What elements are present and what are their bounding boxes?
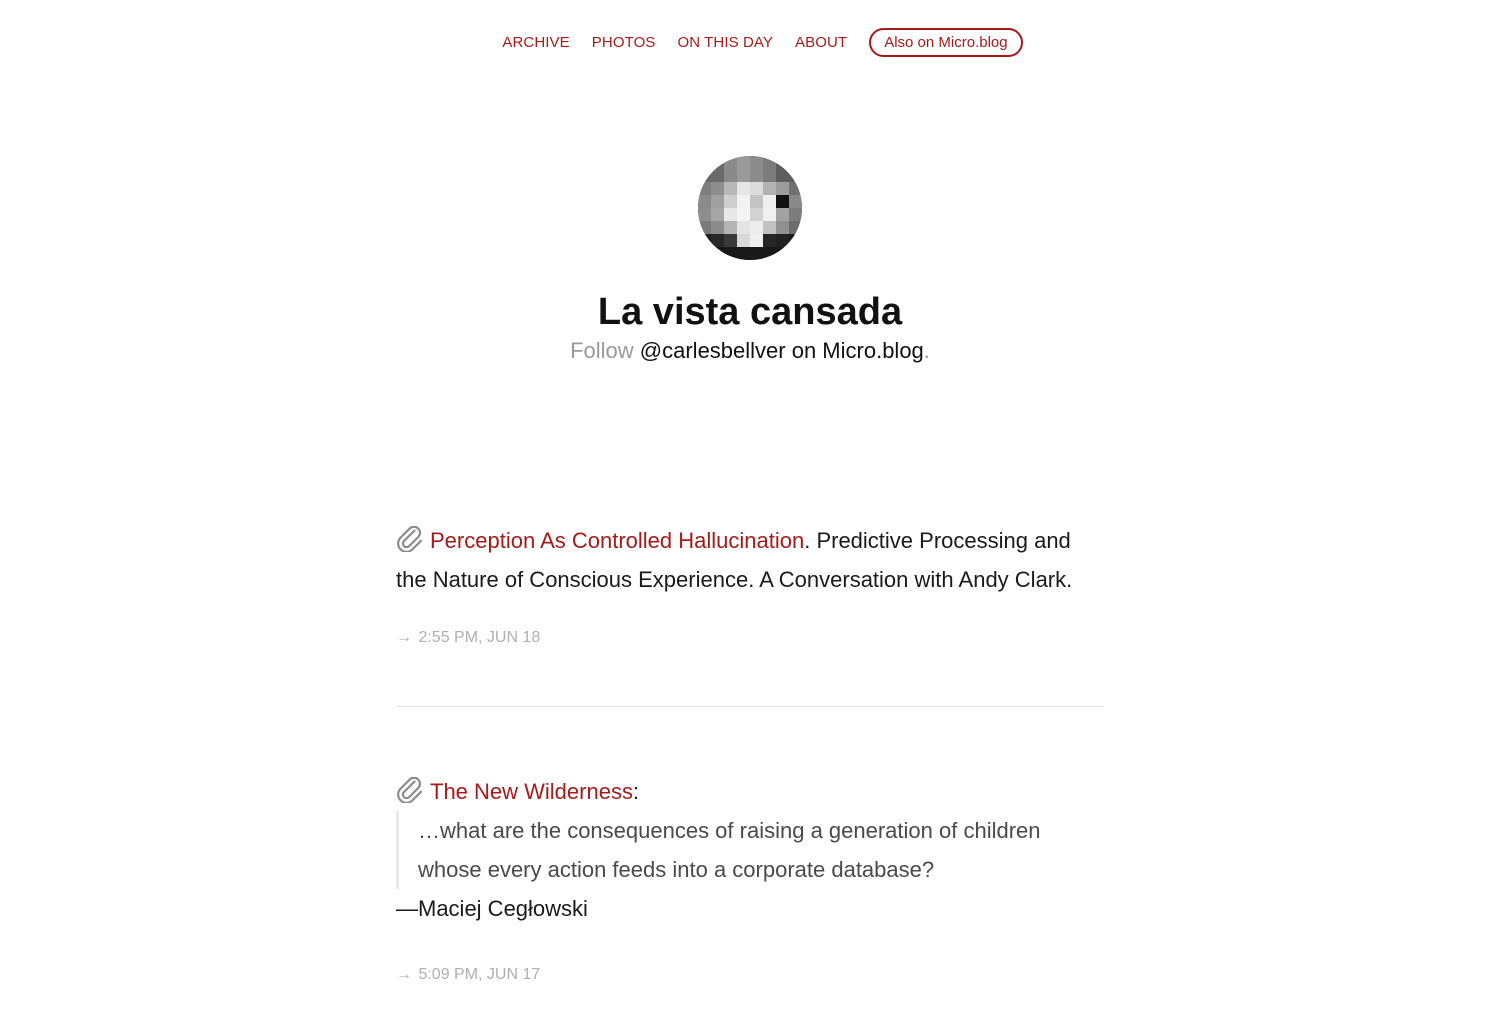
microblog-handle-link[interactable]: @carlesbellver on Micro.blog: [640, 338, 924, 363]
post-item: The New Wilderness: …what are the conseq…: [396, 772, 1104, 986]
post-quote: …what are the consequences of raising a …: [396, 811, 1104, 889]
post-body: The New Wilderness:: [396, 772, 1104, 811]
pixelated-avatar-image: [698, 156, 802, 260]
paperclip-icon: [396, 525, 424, 553]
post-colon: :: [632, 779, 640, 804]
nav-links: ARCHIVE PHOTOS ON THIS DAY ABOUT Also on…: [491, 28, 1023, 57]
avatar[interactable]: [698, 156, 802, 260]
post-body: Perception As Controlled Hallucination. …: [396, 521, 1104, 599]
arrow-right-icon: →: [396, 966, 412, 983]
follow-label: Follow: [570, 338, 634, 363]
top-nav: ARCHIVE PHOTOS ON THIS DAY ABOUT Also on…: [0, 28, 1500, 57]
follow-trailing-dot: .: [923, 338, 930, 363]
also-on-microblog-button[interactable]: Also on Micro.blog: [869, 28, 1023, 57]
post-title-link[interactable]: The New Wilderness: [430, 779, 633, 804]
post-title-link[interactable]: Perception As Controlled Hallucination: [430, 528, 804, 553]
post-meta: → 2:55 PM, JUN 18: [396, 627, 1104, 649]
post-timestamp-link[interactable]: 2:55 PM, JUN 18: [418, 629, 540, 646]
post-item: Perception As Controlled Hallucination. …: [396, 521, 1104, 649]
post-divider: [396, 706, 1104, 707]
follow-line: Follow @carlesbellver on Micro.blog.: [0, 336, 1500, 366]
nav-about-link[interactable]: ABOUT: [795, 29, 847, 57]
nav-archive-link[interactable]: ARCHIVE: [502, 29, 569, 57]
nav-on-this-day-link[interactable]: ON THIS DAY: [677, 29, 773, 57]
quote-author: —Maciej Cegłowski: [396, 896, 588, 921]
arrow-right-icon: →: [396, 629, 412, 646]
post-meta: → 5:09 PM, JUN 17: [396, 964, 1104, 986]
paperclip-icon: [396, 776, 424, 804]
post-list: Perception As Controlled Hallucination. …: [396, 521, 1104, 986]
site-title: La vista cansada: [597, 291, 903, 333]
nav-photos-link[interactable]: PHOTOS: [592, 29, 656, 57]
post-timestamp-link[interactable]: 5:09 PM, JUN 17: [418, 966, 540, 983]
